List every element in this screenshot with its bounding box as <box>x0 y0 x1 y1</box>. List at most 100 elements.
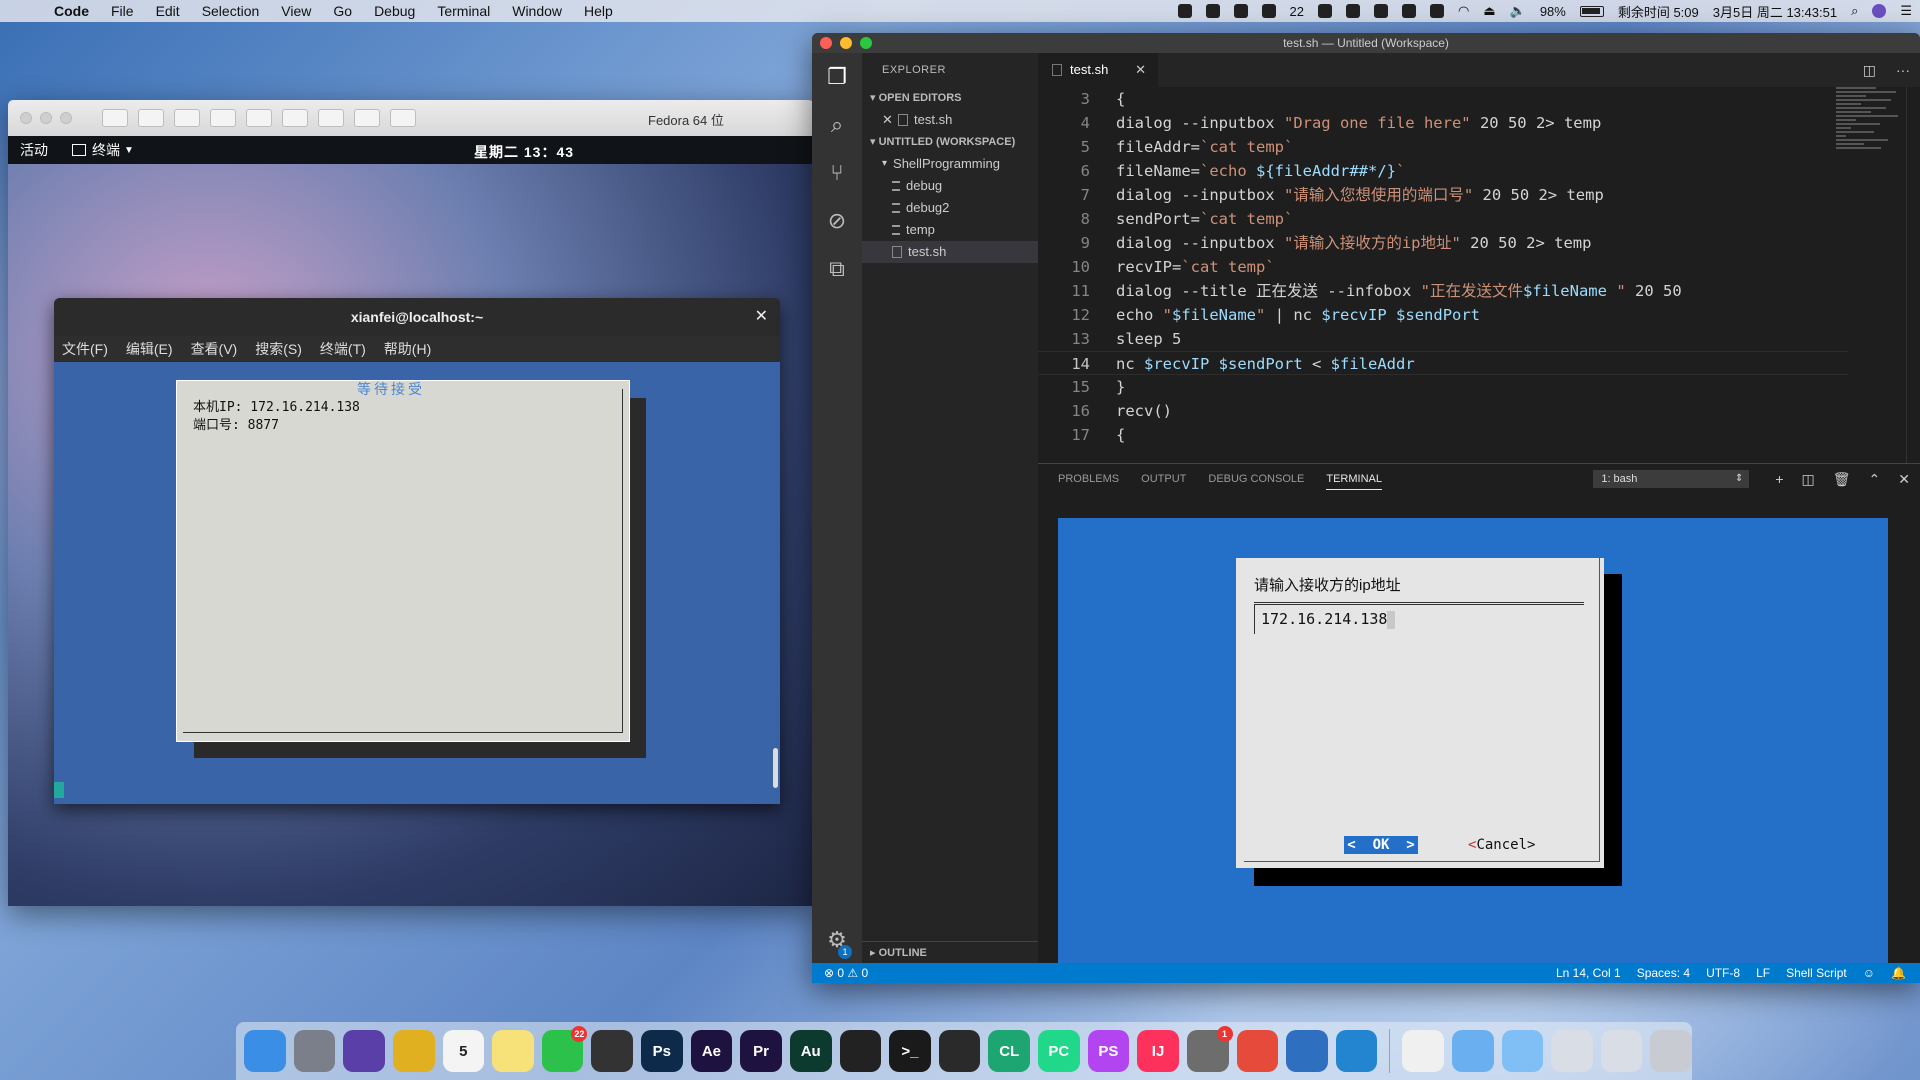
terminal-titlebar[interactable]: xianfei@localhost:~ ✕ <box>54 298 780 336</box>
close-icon[interactable]: ✕ <box>755 298 768 336</box>
vscode-titlebar[interactable]: test.sh — Untitled (Workspace) <box>812 33 1920 53</box>
terminal-select[interactable]: 1: bash <box>1593 470 1750 488</box>
siri-icon[interactable] <box>343 1030 385 1072</box>
source-control-icon[interactable]: ⑂ <box>812 149 862 197</box>
premiere-icon[interactable]: Pr <box>740 1030 782 1072</box>
scrollbar[interactable] <box>1906 87 1920 463</box>
code-button[interactable] <box>210 109 236 127</box>
wechat-icon[interactable] <box>1261 4 1276 18</box>
zoom-button[interactable] <box>60 112 72 124</box>
open-editor-item[interactable]: ✕ test.sh <box>862 109 1038 131</box>
network-icon[interactable] <box>1429 4 1444 18</box>
vscode-icon[interactable] <box>1335 1030 1378 1072</box>
finder-icon[interactable] <box>244 1030 286 1072</box>
vmware-icon[interactable] <box>1286 1030 1328 1072</box>
terminal-body[interactable]: 等待接受 本机IP: 172.16.214.138 端口号: 8877 <box>54 362 780 804</box>
menu-help[interactable]: Help <box>584 3 613 19</box>
snapshot-button[interactable] <box>138 109 164 127</box>
problems-indicator[interactable]: ⊗ 0 ⚠ 0 <box>824 963 868 983</box>
tab-debug-console[interactable]: DEBUG CONSOLE <box>1208 473 1304 485</box>
display-icon[interactable] <box>1205 4 1220 18</box>
folder-item[interactable]: ▾ ShellProgramming <box>862 153 1038 175</box>
calendar-icon[interactable]: 5 <box>442 1030 485 1072</box>
folder-apps-icon[interactable] <box>1451 1030 1494 1072</box>
notification-center-icon[interactable]: ☰ <box>1900 3 1912 19</box>
code-line[interactable]: 4 dialog --inputbox "Drag one file here" … <box>1038 111 1848 135</box>
code-line[interactable]: 14 nc $recvIP $sendPort < $fileAddr <box>1038 351 1848 375</box>
pause-button[interactable] <box>102 109 128 127</box>
chrome-icon[interactable] <box>392 1030 435 1072</box>
code-line[interactable]: 3{ <box>1038 87 1848 111</box>
workspace-section[interactable]: ▾ UNTITLED (WORKSPACE) <box>862 131 1038 153</box>
tab-output[interactable]: OUTPUT <box>1141 473 1186 485</box>
language-mode[interactable]: Shell Script <box>1786 963 1847 983</box>
notes-icon[interactable] <box>492 1030 534 1072</box>
terminal-menu-help[interactable]: 帮助(H) <box>384 339 431 359</box>
share-button[interactable] <box>390 109 416 127</box>
wechat-icon[interactable]: 22 <box>541 1026 588 1072</box>
chevron-up-icon[interactable]: ⌃ <box>1869 471 1881 488</box>
terminal-menu-file[interactable]: 文件(F) <box>62 339 108 359</box>
open-editors-section[interactable]: ▾ OPEN EDITORS <box>862 87 1038 109</box>
location-icon[interactable] <box>1317 4 1332 18</box>
drive-button[interactable] <box>246 109 272 127</box>
code-line[interactable]: 7 dialog --inputbox "请输入您想使用的端口号" 20 50 2… <box>1038 183 1848 207</box>
app-menu-terminal[interactable]: 终端 <box>92 140 120 160</box>
explorer-icon[interactable]: ❐ <box>812 53 862 101</box>
vm-titlebar[interactable]: Fedora 64 位 <box>8 100 814 136</box>
close-icon[interactable]: ✕ <box>1135 53 1146 87</box>
terminal-menu-view[interactable]: 查看(V) <box>191 339 238 359</box>
outline-section[interactable]: ▸ OUTLINE <box>862 941 1038 963</box>
tab-terminal[interactable]: TERMINAL <box>1326 473 1382 490</box>
chevron-down-icon[interactable]: ▼ <box>124 145 134 156</box>
system-preferences-icon[interactable]: 1 <box>1186 1026 1233 1072</box>
code-line[interactable]: 8 sendPort=`cat temp` <box>1038 207 1848 231</box>
code-line[interactable]: 17 { <box>1038 423 1848 447</box>
gnome-clock[interactable]: 星期二 13：43 <box>474 142 574 162</box>
ok-button[interactable]: < OK > <box>1344 836 1418 854</box>
more-icon[interactable]: ··· <box>1896 62 1910 78</box>
menu-window[interactable]: Window <box>512 3 562 19</box>
close-icon[interactable]: ✕ <box>1898 471 1910 488</box>
file-item-temp[interactable]: temp <box>862 219 1038 241</box>
audition-icon[interactable]: Au <box>789 1030 832 1072</box>
close-icon[interactable]: ✕ <box>882 109 893 131</box>
trash-icon[interactable]: 🗑 <box>1833 471 1851 488</box>
folder-icon[interactable] <box>1501 1030 1544 1072</box>
terminal-icon[interactable]: >_ <box>889 1030 931 1072</box>
tab-problems[interactable]: PROBLEMS <box>1058 473 1119 485</box>
ip-input[interactable]: 172.16.214.138 <box>1254 604 1584 634</box>
menu-selection[interactable]: Selection <box>202 3 260 19</box>
code-line[interactable]: 11 dialog --title 正在发送 --infobox "正在发送文件$… <box>1038 279 1848 303</box>
screen-mirror-icon[interactable] <box>1177 4 1192 18</box>
spotlight-icon[interactable]: ⌕ <box>1851 3 1858 19</box>
activity-monitor-icon[interactable] <box>938 1030 981 1072</box>
document-icon[interactable] <box>1402 1030 1444 1072</box>
scrollbar[interactable] <box>773 748 778 788</box>
minimize-button[interactable] <box>840 37 852 49</box>
printer-button[interactable] <box>282 109 308 127</box>
terminal-menu-edit[interactable]: 编辑(E) <box>126 339 173 359</box>
search-icon[interactable]: ⌕ <box>812 101 862 149</box>
usb-button[interactable] <box>354 109 380 127</box>
smiley-icon[interactable]: ☺ <box>1863 963 1875 983</box>
app-menu[interactable]: Code <box>54 3 89 19</box>
code-line[interactable]: 15} <box>1038 375 1848 399</box>
intellij-icon[interactable]: IJ <box>1137 1030 1179 1072</box>
code-line[interactable]: 6 fileName=`echo ${fileAddr##*/}` <box>1038 159 1848 183</box>
eject-icon[interactable]: ⏏ <box>1483 3 1495 19</box>
menu-debug[interactable]: Debug <box>374 3 415 19</box>
wifi-icon[interactable]: ◠ <box>1458 3 1469 19</box>
qq-icon[interactable] <box>839 1030 882 1072</box>
gear-icon[interactable]: ⚙ 1 <box>812 927 862 959</box>
minimize-button[interactable] <box>40 112 52 124</box>
zoom-button[interactable] <box>860 37 872 49</box>
indentation[interactable]: Spaces: 4 <box>1637 963 1690 983</box>
input-icon[interactable] <box>1401 4 1416 18</box>
preview-icon[interactable] <box>1600 1030 1643 1072</box>
file-item-test-sh[interactable]: test.sh <box>862 241 1038 263</box>
code-line[interactable]: 10 recvIP=`cat temp` <box>1038 255 1848 279</box>
trash-icon[interactable] <box>1650 1030 1693 1072</box>
end-of-line[interactable]: LF <box>1756 963 1770 983</box>
cursor-position[interactable]: Ln 14, Col 1 <box>1556 963 1621 983</box>
